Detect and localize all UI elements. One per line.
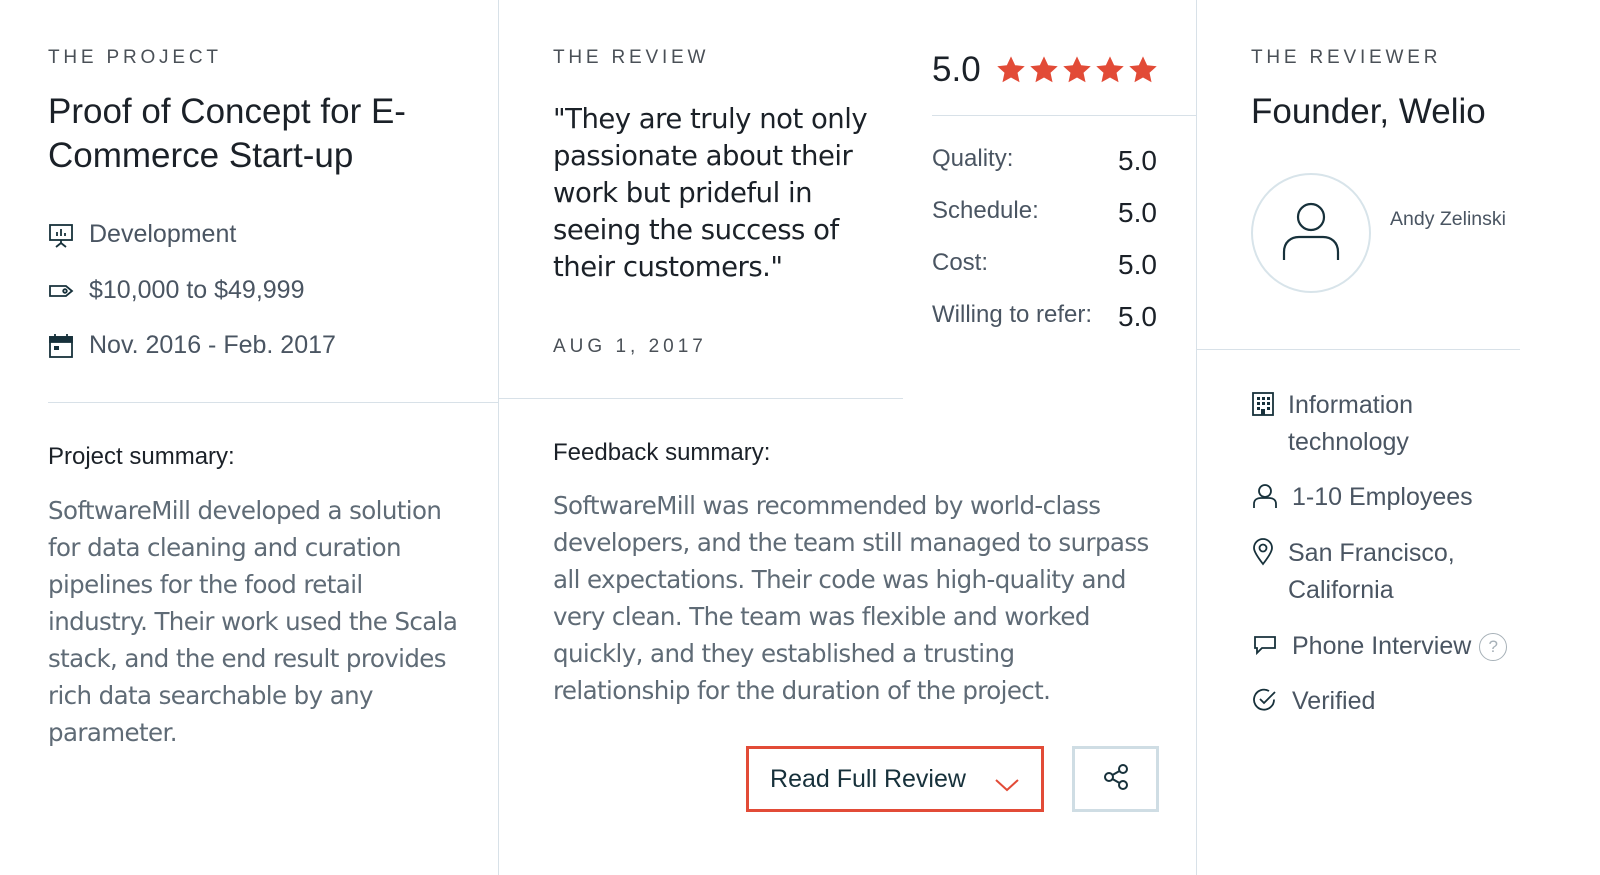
rating-value: 5.0 (1118, 249, 1157, 280)
feedback-summary-text: SoftwareMill was recommended by world-cl… (553, 491, 1149, 705)
star-icon (1127, 54, 1159, 86)
project-budget-text: $10,000 to $49,999 (89, 276, 305, 304)
reviewer-location: San Francisco, California (1251, 535, 1481, 609)
speech-bubble-icon (1251, 631, 1279, 659)
review-date: AUG 1, 2017 (553, 336, 707, 357)
reviewer-industry-text: Information technology (1288, 391, 1414, 456)
star-icon (995, 54, 1027, 86)
project-summary-heading: Project summary: (48, 443, 235, 470)
review-quote: "They are truly not only passionate abou… (553, 103, 868, 283)
share-icon (1101, 762, 1131, 797)
person-icon (1251, 482, 1279, 510)
rating-schedule: Schedule: 5.0 (932, 197, 1162, 228)
avatar (1251, 173, 1371, 293)
column-divider (1196, 0, 1197, 875)
overall-rating: 5.0 (932, 50, 1160, 90)
star-icon (1028, 54, 1060, 86)
rating-label: Schedule: (932, 197, 1039, 224)
reviewer-company-size-text: 1-10 Employees (1292, 483, 1473, 511)
read-full-review-button[interactable]: Read Full Review (746, 746, 1044, 812)
project-meta-dates: Nov. 2016 - Feb. 2017 (48, 331, 336, 360)
rating-divider (932, 115, 1196, 116)
share-button[interactable] (1072, 746, 1159, 812)
reviewer-company-size: 1-10 Employees (1251, 479, 1473, 516)
rating-value: 5.0 (1118, 145, 1157, 176)
price-tag-icon (48, 278, 74, 304)
location-pin-icon (1251, 538, 1275, 566)
help-icon[interactable]: ? (1479, 633, 1508, 661)
section-divider (48, 402, 498, 403)
section-divider (498, 398, 903, 399)
rating-refer: Willing to refer: 5.0 (932, 301, 1162, 332)
project-title: Proof of Concept for E-Commerce Start-up (48, 92, 406, 175)
project-service-text: Development (89, 220, 237, 248)
star-rating (995, 54, 1160, 86)
project-eyebrow: THE PROJECT (48, 47, 222, 68)
rating-value: 5.0 (1118, 301, 1157, 332)
star-icon (1094, 54, 1126, 86)
reviewer-interview-type: Phone Interview ? (1251, 628, 1508, 665)
presentation-board-icon (48, 222, 74, 248)
chevron-down-icon (994, 771, 1020, 792)
feedback-summary-heading: Feedback summary: (553, 439, 771, 466)
reviewer-interview-text: Phone Interview (1292, 632, 1472, 660)
reviewer-eyebrow: THE REVIEWER (1251, 47, 1442, 68)
reviewer-title: Founder, Welio (1251, 92, 1486, 131)
reviewer-verified: Verified (1251, 683, 1375, 720)
project-meta-service: Development (48, 220, 236, 249)
section-divider (1196, 349, 1520, 350)
project-meta-budget: $10,000 to $49,999 (48, 276, 304, 305)
rating-value: 5.0 (1118, 197, 1157, 228)
user-avatar-icon (1281, 200, 1341, 267)
rating-label: Willing to refer: (932, 301, 1093, 328)
reviewer-verified-text: Verified (1292, 687, 1376, 715)
check-circle-icon (1251, 686, 1279, 714)
reviewer-location-text: San Francisco, California (1288, 539, 1455, 604)
reviewer-industry: Information technology (1251, 387, 1481, 461)
project-dates-text: Nov. 2016 - Feb. 2017 (89, 331, 336, 359)
rating-label: Quality: (932, 145, 1014, 172)
review-eyebrow: THE REVIEW (553, 47, 710, 68)
building-icon (1251, 390, 1275, 418)
rating-cost: Cost: 5.0 (932, 249, 1162, 280)
column-divider (498, 0, 499, 875)
overall-score: 5.0 (932, 50, 981, 89)
review-card: THE PROJECT Proof of Concept for E-Comme… (0, 0, 1600, 875)
star-icon (1061, 54, 1093, 86)
rating-label: Cost: (932, 249, 989, 276)
calendar-icon (48, 333, 74, 359)
reviewer-name: Andy Zelinski (1390, 208, 1506, 230)
project-summary-text: SoftwareMill developed a solution for da… (48, 496, 458, 747)
rating-quality: Quality: 5.0 (932, 145, 1162, 176)
read-full-review-label: Read Full Review (770, 764, 966, 793)
